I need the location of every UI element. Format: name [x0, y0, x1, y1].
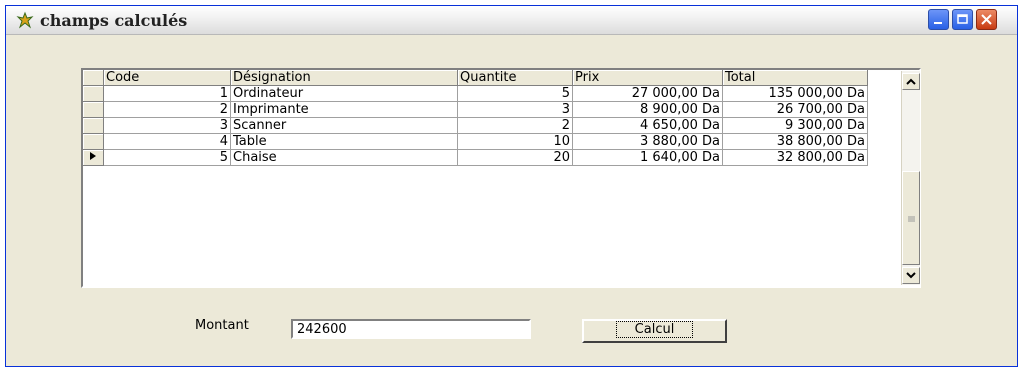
cell-prix[interactable]: 1 640,00 Da — [572, 149, 723, 166]
table-row[interactable]: 1 Ordinateur 5 27 000,00 Da 135 000,00 Da — [83, 85, 868, 102]
data-grid-table: Code Désignation Quantite Prix Total 1 Or… — [83, 70, 868, 166]
cell-code[interactable]: 5 — [103, 149, 231, 166]
amount-field[interactable]: 242600 — [291, 319, 531, 339]
cell-designation[interactable]: Table — [230, 133, 458, 150]
cell-quantite[interactable]: 20 — [457, 149, 573, 166]
calc-button-label: Calcul — [615, 321, 694, 338]
minimize-button[interactable] — [928, 9, 949, 30]
row-indicator[interactable] — [83, 101, 104, 118]
cell-total[interactable]: 32 800,00 Da — [722, 149, 868, 166]
cell-quantite[interactable]: 2 — [457, 117, 573, 134]
row-indicator[interactable] — [83, 133, 104, 150]
cell-code[interactable]: 3 — [103, 117, 231, 134]
cell-designation[interactable]: Ordinateur — [230, 85, 458, 102]
cell-designation[interactable]: Imprimante — [230, 101, 458, 118]
data-grid[interactable]: Code Désignation Quantite Prix Total 1 Or… — [81, 68, 921, 288]
maximize-icon — [957, 14, 968, 24]
window-title: champs calculés — [40, 11, 188, 30]
column-header-designation[interactable]: Désignation — [230, 70, 458, 86]
calc-button[interactable]: Calcul — [582, 319, 727, 343]
grid-corner-cell — [83, 70, 104, 86]
close-button[interactable] — [976, 9, 997, 30]
cell-code[interactable]: 1 — [103, 85, 231, 102]
application-window: champs calculés Code Désignation Quantit… — [5, 5, 1018, 367]
cell-designation[interactable]: Scanner — [230, 117, 458, 134]
amount-label: Montant — [195, 318, 249, 333]
scroll-up-button[interactable] — [902, 73, 920, 90]
row-indicator[interactable] — [83, 117, 104, 134]
cell-quantite[interactable]: 5 — [457, 85, 573, 102]
cell-total[interactable]: 135 000,00 Da — [722, 85, 868, 102]
cell-code[interactable]: 4 — [103, 133, 231, 150]
table-row[interactable]: 4 Table 10 3 880,00 Da 38 800,00 Da — [83, 133, 868, 150]
grip-icon — [908, 216, 915, 222]
current-row-arrow-icon — [90, 152, 96, 160]
maximize-button[interactable] — [952, 9, 973, 30]
column-header-quantite[interactable]: Quantite — [457, 70, 573, 86]
column-header-prix[interactable]: Prix — [572, 70, 723, 86]
row-indicator[interactable] — [83, 149, 104, 166]
minimize-icon — [934, 22, 942, 24]
table-row[interactable]: 3 Scanner 2 4 650,00 Da 9 300,00 Da — [83, 117, 868, 134]
table-row[interactable]: 5 Chaise 20 1 640,00 Da 32 800,00 Da — [83, 149, 868, 166]
cell-total[interactable]: 38 800,00 Da — [722, 133, 868, 150]
cell-prix[interactable]: 27 000,00 Da — [572, 85, 723, 102]
vertical-scrollbar[interactable] — [901, 71, 920, 285]
column-header-code[interactable]: Code — [103, 70, 231, 86]
cell-prix[interactable]: 3 880,00 Da — [572, 133, 723, 150]
table-row[interactable]: 2 Imprimante 3 8 900,00 Da 26 700,00 Da — [83, 101, 868, 118]
scroll-down-button[interactable] — [902, 267, 920, 284]
grid-header-row: Code Désignation Quantite Prix Total — [83, 70, 868, 86]
close-icon — [981, 14, 992, 25]
cell-prix[interactable]: 8 900,00 Da — [572, 101, 723, 118]
title-bar[interactable]: champs calculés — [6, 6, 1017, 35]
cell-quantite[interactable]: 10 — [457, 133, 573, 150]
cell-code[interactable]: 2 — [103, 101, 231, 118]
app-icon — [16, 11, 34, 29]
scroll-thumb[interactable] — [902, 171, 920, 265]
cell-total[interactable]: 9 300,00 Da — [722, 117, 868, 134]
row-indicator[interactable] — [83, 85, 104, 102]
cell-total[interactable]: 26 700,00 Da — [722, 101, 868, 118]
cell-prix[interactable]: 4 650,00 Da — [572, 117, 723, 134]
chevron-up-icon — [906, 78, 916, 85]
chevron-down-icon — [906, 272, 916, 279]
cell-designation[interactable]: Chaise — [230, 149, 458, 166]
cell-quantite[interactable]: 3 — [457, 101, 573, 118]
column-header-total[interactable]: Total — [722, 70, 868, 86]
